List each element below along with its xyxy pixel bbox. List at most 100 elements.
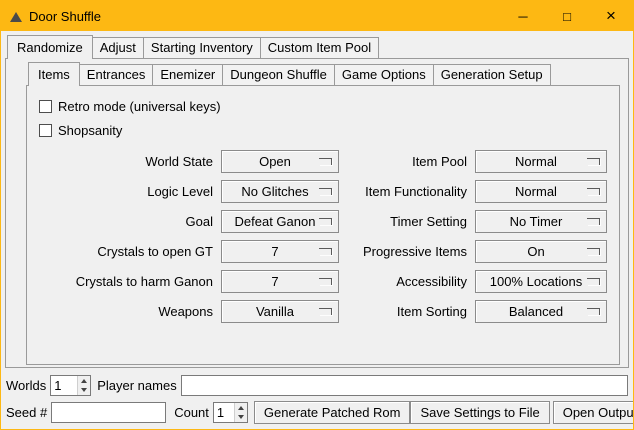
goal-dropdown[interactable]: Defeat Ganon bbox=[221, 210, 339, 233]
tab-enemizer[interactable]: Enemizer bbox=[152, 64, 223, 85]
count-spinbox[interactable] bbox=[213, 402, 248, 423]
app-window: Door Shuffle ─ □ × Randomize Adjust Star… bbox=[0, 0, 634, 430]
maximize-button[interactable]: □ bbox=[545, 1, 589, 31]
window-title: Door Shuffle bbox=[29, 9, 101, 24]
checkbox-label: Retro mode (universal keys) bbox=[58, 99, 221, 114]
dropdown-value: Defeat Ganon bbox=[235, 214, 326, 229]
player-names-label: Player names bbox=[97, 378, 176, 393]
dropdown-value: 7 bbox=[271, 244, 288, 259]
tab-items[interactable]: Items bbox=[28, 62, 80, 86]
dropdown-value: No Timer bbox=[510, 214, 573, 229]
shopsanity-checkbox[interactable]: Shopsanity bbox=[39, 118, 619, 142]
seed-input[interactable] bbox=[51, 402, 166, 423]
titlebar[interactable]: Door Shuffle ─ □ × bbox=[1, 1, 633, 31]
crystals-harm-ganon-dropdown[interactable]: 7 bbox=[221, 270, 339, 293]
tab-entrances[interactable]: Entrances bbox=[79, 64, 154, 85]
dropdown-indicator-icon bbox=[587, 248, 600, 255]
checkbox-label: Shopsanity bbox=[58, 123, 122, 138]
window-controls: ─ □ × bbox=[501, 1, 633, 31]
options-grid: World State Open Item Pool Normal Logic … bbox=[39, 150, 619, 323]
dropdown-indicator-icon bbox=[319, 158, 332, 165]
secondary-notebook: Items Entrances Enemizer Dungeon Shuffle… bbox=[26, 61, 620, 365]
progressive-items-label: Progressive Items bbox=[345, 244, 469, 259]
save-settings-button[interactable]: Save Settings to File bbox=[410, 401, 549, 424]
worlds-row: Worlds Player names bbox=[6, 375, 628, 396]
dropdown-indicator-icon bbox=[319, 248, 332, 255]
dropdown-indicator-icon bbox=[319, 218, 332, 225]
minimize-button[interactable]: ─ bbox=[501, 1, 545, 31]
player-names-input[interactable] bbox=[181, 375, 628, 396]
dropdown-value: 7 bbox=[271, 274, 288, 289]
checkbox-box[interactable] bbox=[39, 100, 52, 113]
logic-level-dropdown[interactable]: No Glitches bbox=[221, 180, 339, 203]
crystals-open-gt-label: Crystals to open GT bbox=[39, 244, 215, 259]
dropdown-indicator-icon bbox=[319, 278, 332, 285]
worlds-input[interactable] bbox=[51, 376, 77, 395]
count-input[interactable] bbox=[214, 403, 234, 422]
crystals-open-gt-dropdown[interactable]: 7 bbox=[221, 240, 339, 263]
randomize-pane: Items Entrances Enemizer Dungeon Shuffle… bbox=[5, 59, 629, 368]
weapons-label: Weapons bbox=[39, 304, 215, 319]
logic-level-label: Logic Level bbox=[39, 184, 215, 199]
crystals-harm-ganon-label: Crystals to harm Ganon bbox=[39, 274, 215, 289]
tab-generation-setup[interactable]: Generation Setup bbox=[433, 64, 551, 85]
dropdown-value: On bbox=[527, 244, 554, 259]
checkbox-box[interactable] bbox=[39, 124, 52, 137]
dropdown-value: No Glitches bbox=[241, 184, 318, 199]
item-sorting-label: Item Sorting bbox=[345, 304, 469, 319]
generate-patched-rom-button[interactable]: Generate Patched Rom bbox=[254, 401, 411, 424]
dropdown-indicator-icon bbox=[587, 308, 600, 315]
open-output-directory-button[interactable]: Open Output Directory bbox=[553, 401, 634, 424]
tab-adjust[interactable]: Adjust bbox=[92, 37, 144, 58]
item-pool-dropdown[interactable]: Normal bbox=[475, 150, 607, 173]
bottom-bar: Worlds Player names Seed # Count bbox=[6, 370, 628, 424]
dropdown-indicator-icon bbox=[587, 188, 600, 195]
dropdown-value: Open bbox=[259, 154, 301, 169]
spin-up-icon[interactable] bbox=[235, 403, 247, 413]
spin-buttons bbox=[77, 376, 90, 395]
close-button[interactable]: × bbox=[589, 1, 633, 31]
retro-mode-checkbox[interactable]: Retro mode (universal keys) bbox=[39, 94, 619, 118]
dropdown-indicator-icon bbox=[587, 278, 600, 285]
spin-buttons bbox=[234, 403, 247, 422]
spin-up-icon[interactable] bbox=[78, 376, 90, 386]
dropdown-indicator-icon bbox=[319, 188, 332, 195]
world-state-label: World State bbox=[39, 154, 215, 169]
spin-down-icon[interactable] bbox=[78, 386, 90, 396]
count-label: Count bbox=[174, 405, 209, 420]
tab-custom-item-pool[interactable]: Custom Item Pool bbox=[260, 37, 379, 58]
accessibility-label: Accessibility bbox=[345, 274, 469, 289]
item-functionality-dropdown[interactable]: Normal bbox=[475, 180, 607, 203]
worlds-label: Worlds bbox=[6, 378, 46, 393]
seed-row: Seed # Count Generate Patched Rom Save S… bbox=[6, 401, 628, 424]
progressive-items-dropdown[interactable]: On bbox=[475, 240, 607, 263]
secondary-tabs: Items Entrances Enemizer Dungeon Shuffle… bbox=[26, 61, 620, 86]
tab-game-options[interactable]: Game Options bbox=[334, 64, 434, 85]
dropdown-indicator-icon bbox=[587, 218, 600, 225]
dropdown-value: Vanilla bbox=[256, 304, 304, 319]
worlds-spinbox[interactable] bbox=[50, 375, 91, 396]
tab-starting-inventory[interactable]: Starting Inventory bbox=[143, 37, 261, 58]
primary-notebook: Randomize Adjust Starting Inventory Cust… bbox=[5, 34, 629, 368]
tab-randomize[interactable]: Randomize bbox=[7, 35, 93, 59]
item-functionality-label: Item Functionality bbox=[345, 184, 469, 199]
dropdown-value: Balanced bbox=[509, 304, 573, 319]
dropdown-value: 100% Locations bbox=[490, 274, 593, 289]
tab-dungeon-shuffle[interactable]: Dungeon Shuffle bbox=[222, 64, 335, 85]
item-pool-label: Item Pool bbox=[345, 154, 469, 169]
app-icon bbox=[9, 9, 23, 23]
dropdown-value: Normal bbox=[515, 154, 567, 169]
item-sorting-dropdown[interactable]: Balanced bbox=[475, 300, 607, 323]
accessibility-dropdown[interactable]: 100% Locations bbox=[475, 270, 607, 293]
dropdown-indicator-icon bbox=[587, 158, 600, 165]
items-pane: Retro mode (universal keys) Shopsanity W… bbox=[26, 86, 620, 365]
spin-down-icon[interactable] bbox=[235, 413, 247, 423]
dropdown-value: Normal bbox=[515, 184, 567, 199]
world-state-dropdown[interactable]: Open bbox=[221, 150, 339, 173]
timer-setting-dropdown[interactable]: No Timer bbox=[475, 210, 607, 233]
seed-label: Seed # bbox=[6, 405, 47, 420]
weapons-dropdown[interactable]: Vanilla bbox=[221, 300, 339, 323]
timer-setting-label: Timer Setting bbox=[345, 214, 469, 229]
dropdown-indicator-icon bbox=[319, 308, 332, 315]
primary-tabs: Randomize Adjust Starting Inventory Cust… bbox=[5, 34, 629, 59]
